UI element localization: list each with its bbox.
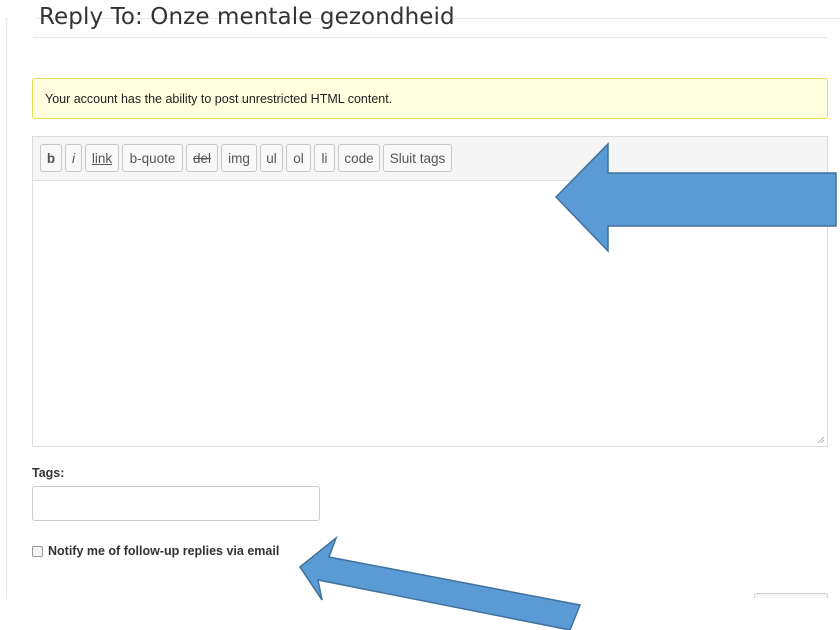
ordered-list-button[interactable]: ol bbox=[286, 144, 311, 172]
html-permission-notice: Your account has the ability to post unr… bbox=[32, 78, 828, 119]
fieldset-gap bbox=[8, 0, 36, 40]
notify-option[interactable]: Notify me of follow-up replies via email bbox=[32, 544, 279, 558]
notice-text: Your account has the ability to post unr… bbox=[45, 92, 393, 106]
notify-label: Notify me of follow-up replies via email bbox=[48, 544, 280, 558]
reply-editor: b i link b-quote del img ul ol li code S… bbox=[32, 136, 828, 447]
unordered-list-button[interactable]: ul bbox=[260, 144, 283, 172]
reply-title: Reply To: Onze mentale gezondheid bbox=[39, 4, 455, 30]
link-button[interactable]: link bbox=[85, 144, 119, 172]
delete-button[interactable]: del bbox=[186, 144, 218, 172]
tags-input[interactable] bbox=[32, 486, 320, 521]
close-tags-button[interactable]: Sluit tags bbox=[383, 144, 452, 172]
blockquote-button[interactable]: b-quote bbox=[122, 144, 183, 172]
resize-handle-icon[interactable] bbox=[817, 436, 825, 444]
title-divider bbox=[33, 37, 827, 38]
bold-button[interactable]: b bbox=[40, 144, 62, 172]
image-button[interactable]: img bbox=[221, 144, 257, 172]
code-button[interactable]: code bbox=[338, 144, 380, 172]
list-item-button[interactable]: li bbox=[314, 144, 335, 172]
reply-textarea[interactable] bbox=[33, 181, 827, 446]
notify-checkbox[interactable] bbox=[32, 545, 43, 557]
italic-button[interactable]: i bbox=[65, 144, 82, 172]
crop-edge bbox=[0, 598, 840, 630]
tags-label: Tags: bbox=[32, 466, 65, 480]
quicktags-toolbar: b i link b-quote del img ul ol li code S… bbox=[33, 137, 827, 181]
